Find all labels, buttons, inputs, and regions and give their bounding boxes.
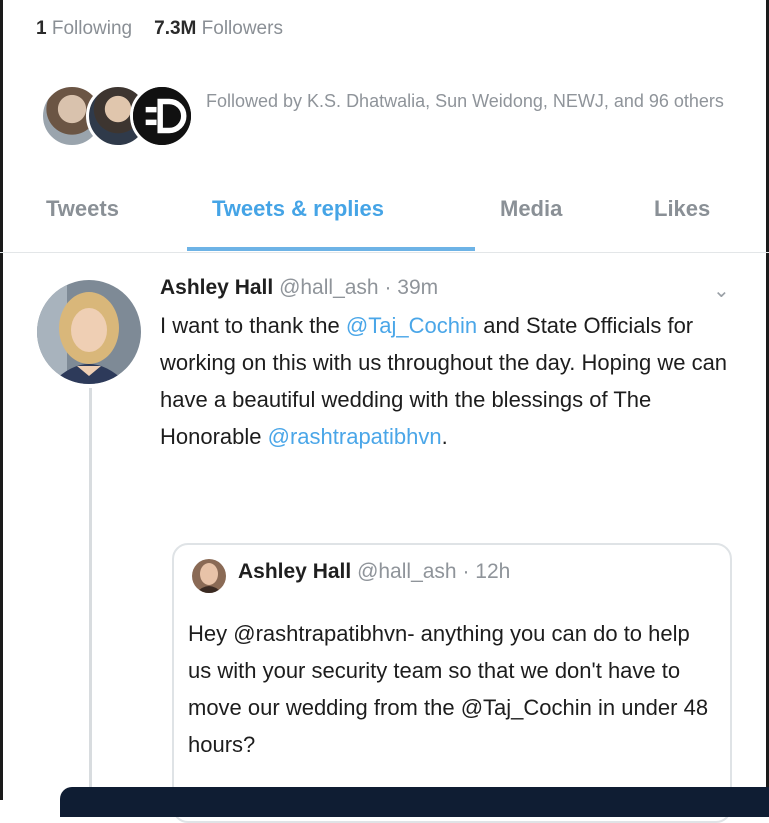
tweet[interactable]: Ashley Hall @hall_ash · 39m ⌄ I want to … — [160, 276, 745, 455]
tweet-author-name[interactable]: Ashley Hall — [160, 276, 273, 299]
following-link[interactable]: 1 Following — [36, 18, 132, 39]
chevron-down-icon[interactable]: ⌄ — [713, 278, 730, 303]
tweet-handle-time: @hall_ash · 39m — [279, 276, 439, 299]
followers-label: Followers — [201, 18, 283, 39]
tweet-text-part: I want to thank the — [160, 313, 346, 338]
left-frame-edge — [0, 0, 3, 800]
tab-tweets[interactable]: Tweets — [46, 196, 119, 222]
quoted-text: Hey @rashtrapatibhvn- anything you can d… — [188, 621, 709, 757]
newj-logo-avatar — [130, 84, 194, 148]
profile-tabs: Tweets Tweets & replies Media Likes — [0, 190, 769, 253]
tab-media[interactable]: Media — [500, 196, 562, 222]
following-count: 1 — [36, 18, 47, 39]
followers-link[interactable]: 7.3M Followers — [154, 18, 283, 39]
mention-link[interactable]: @Taj_Cochin — [346, 313, 477, 338]
avatar[interactable] — [37, 280, 141, 384]
quoted-handle-time: @hall_ash · 12h — [357, 560, 511, 583]
quoted-tweet[interactable]: Ashley Hall @hall_ash · 12h Hey @rashtra… — [172, 543, 732, 823]
mention-link[interactable]: @rashtrapatibhvn — [268, 424, 442, 449]
tweet-text-part: . — [441, 424, 448, 449]
following-label: Following — [51, 18, 133, 39]
quoted-header: Ashley Hall @hall_ash · 12h — [238, 560, 510, 584]
bottom-overlay-bar — [60, 787, 769, 817]
tab-likes[interactable]: Likes — [654, 196, 710, 222]
followed-by-text: Followed by K.S. Dhatwalia, Sun Weidong,… — [206, 91, 724, 111]
followed-by-row[interactable]: Followed by K.S. Dhatwalia, Sun Weidong,… — [40, 82, 740, 152]
thread-connector-line — [89, 388, 92, 800]
tweet-text: I want to thank the @Taj_Cochin and Stat… — [160, 307, 745, 455]
tweet-header: Ashley Hall @hall_ash · 39m — [160, 276, 745, 300]
active-tab-indicator — [187, 247, 475, 251]
followers-count: 7.3M — [154, 18, 197, 39]
followed-by-avatars — [40, 82, 194, 152]
quoted-author-name: Ashley Hall — [238, 560, 352, 583]
tab-tweets-replies[interactable]: Tweets & replies — [212, 196, 384, 222]
quoted-avatar — [192, 559, 226, 593]
profile-stats: 1 Following 7.3M Followers — [36, 18, 283, 40]
